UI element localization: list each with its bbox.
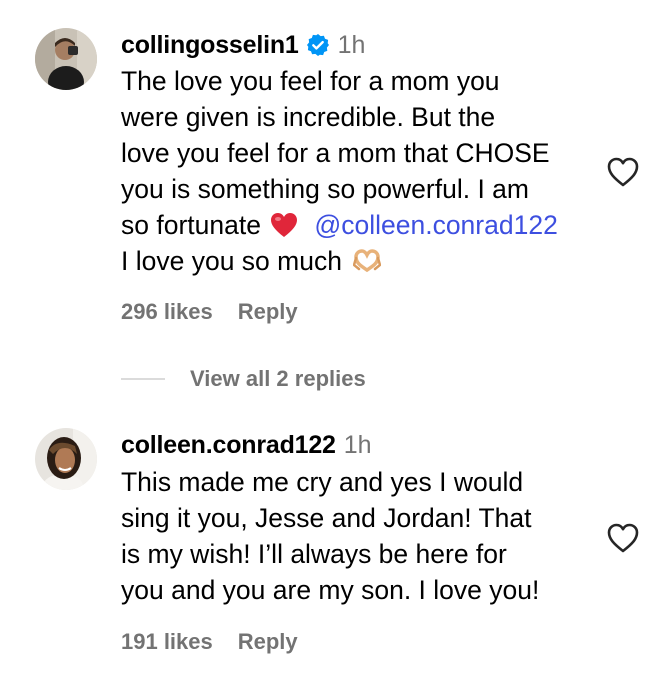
- comment-line: The love you feel for a mom you: [121, 66, 500, 96]
- comment-line: you and you are my son. I love you!: [121, 575, 540, 605]
- comment-text: The love you feel for a mom you were giv…: [121, 63, 601, 279]
- red-heart-emoji: [270, 211, 298, 237]
- reply-button[interactable]: Reply: [238, 299, 298, 325]
- comment-text: This made me cry and yes I would sing it…: [121, 464, 601, 608]
- timestamp[interactable]: 1h: [338, 31, 366, 60]
- comment-meta: 296 likes Reply: [121, 297, 298, 327]
- comment-collingosselin1: collingosselin1 1h The love you feel for…: [0, 0, 672, 340]
- comment-line: sing it you, Jesse and Jordan! That: [121, 503, 532, 533]
- username[interactable]: collingosselin1: [121, 31, 299, 60]
- avatar[interactable]: [35, 428, 97, 490]
- comment-line: love you feel for a mom that CHOSE: [121, 138, 550, 168]
- likes-count[interactable]: 191 likes: [121, 629, 213, 655]
- timestamp[interactable]: 1h: [344, 431, 372, 460]
- heart-outline-icon[interactable]: [606, 156, 640, 188]
- verified-badge-icon: [306, 33, 330, 57]
- heart-hands-emoji: [352, 246, 382, 273]
- comment-line: This made me cry and yes I would: [121, 467, 524, 497]
- mention-link[interactable]: @colleen.conrad122: [314, 210, 557, 240]
- view-replies-label: View all 2 replies: [190, 366, 366, 391]
- comment-header: collingosselin1 1h: [121, 30, 365, 60]
- likes-count[interactable]: 296 likes: [121, 299, 213, 325]
- comment-line: you is something so powerful. I am: [121, 174, 529, 204]
- username[interactable]: colleen.conrad122: [121, 431, 336, 460]
- avatar[interactable]: [35, 28, 97, 90]
- comment-line: so fortunate @colleen.conrad122: [121, 207, 601, 243]
- view-replies-button[interactable]: View all 2 replies: [121, 363, 366, 395]
- comment-text-fragment: so fortunate: [121, 210, 269, 240]
- comment-text-fragment: I love you so much: [121, 246, 350, 276]
- comment-meta: 191 likes Reply: [121, 627, 298, 657]
- comment-line: I love you so much: [121, 243, 601, 279]
- comment-line: is my wish! I’ll always be here for: [121, 539, 507, 569]
- comment-line: were given is incredible. But the: [121, 102, 496, 132]
- comment-colleen-conrad122: colleen.conrad122 1h This made me cry an…: [0, 400, 672, 682]
- reply-button[interactable]: Reply: [238, 629, 298, 655]
- heart-outline-icon[interactable]: [606, 522, 640, 554]
- comment-header: colleen.conrad122 1h: [121, 430, 372, 460]
- replies-divider: [121, 378, 165, 380]
